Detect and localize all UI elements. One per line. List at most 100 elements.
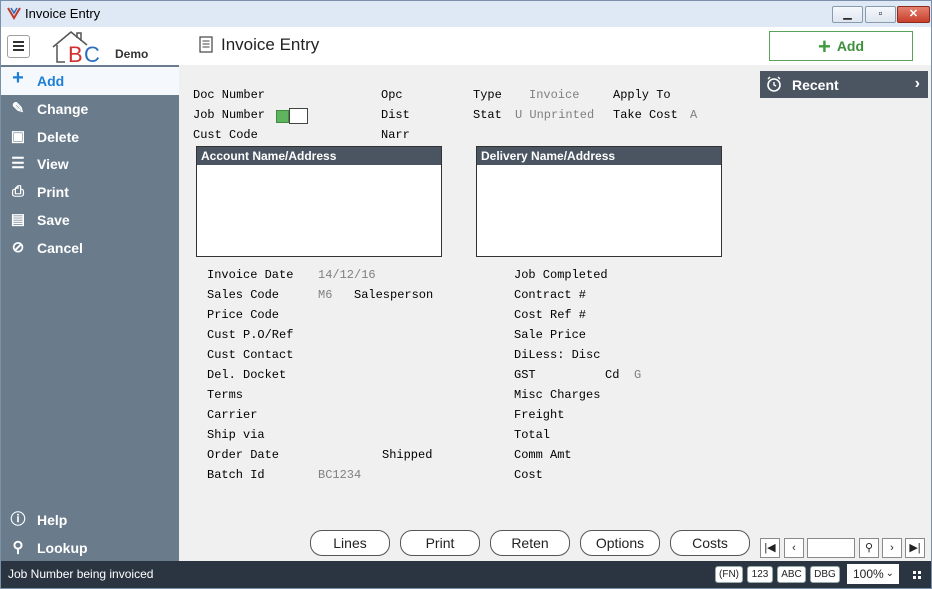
sidebar-item-label: Change xyxy=(37,101,89,117)
zoom-select[interactable]: 100% ⌄ xyxy=(847,564,899,584)
costs-button[interactable]: Costs xyxy=(670,530,750,556)
sidebar-item-cancel[interactable]: ⊘ Cancel xyxy=(1,234,179,262)
chevron-left-icon: ‹ xyxy=(792,542,796,554)
terms-label: Terms xyxy=(207,388,244,402)
sidebar-item-delete[interactable]: ▣ Delete xyxy=(1,123,179,151)
cust-code-label: Cust Code xyxy=(193,128,258,142)
zoom-value: 100% xyxy=(853,567,884,581)
reten-button[interactable]: Reten xyxy=(490,530,570,556)
recent-panel[interactable]: Recent › xyxy=(760,71,928,98)
grid-icon[interactable] xyxy=(913,571,921,579)
close-icon: ✕ xyxy=(908,8,919,20)
trash-icon: ▣ xyxy=(10,128,26,145)
cust-contact-label: Cust Contact xyxy=(207,348,294,362)
page-title: Invoice Entry xyxy=(199,35,319,55)
price-code-label: Price Code xyxy=(207,308,280,322)
window-title: Invoice Entry xyxy=(25,6,101,21)
record-number-input[interactable] xyxy=(807,538,855,558)
misc-charges-label: Misc Charges xyxy=(514,388,601,402)
sidebar-item-label: Help xyxy=(37,512,68,528)
print-button[interactable]: Print xyxy=(400,530,480,556)
batch-id-value[interactable]: BC1234 xyxy=(318,468,361,482)
numlock-indicator[interactable]: 123 xyxy=(747,566,773,583)
sidebar-item-print[interactable]: ⎙ Print xyxy=(1,178,179,206)
svg-text:B: B xyxy=(68,42,83,65)
cd-label: Cd xyxy=(605,368,620,382)
invoice-date-value[interactable]: 14/12/16 xyxy=(318,268,376,282)
first-record-icon: |◀ xyxy=(764,542,776,554)
pencil-icon: ✎ xyxy=(11,100,25,117)
dist-label: Dist xyxy=(381,108,410,122)
sidebar-item-save[interactable]: ▤ Save xyxy=(1,206,179,234)
application-window: Invoice Entry ▁ ▫ ✕ B C Demo Invoice Ent… xyxy=(0,0,932,589)
chevron-down-icon: ⌄ xyxy=(885,568,894,579)
sidebar-item-label: Cancel xyxy=(37,240,83,256)
delivery-address-header: Delivery Name/Address xyxy=(477,147,721,165)
del-docket-label: Del. Docket xyxy=(207,368,287,382)
job-number-input[interactable] xyxy=(289,108,308,124)
page-title-text: Invoice Entry xyxy=(221,35,320,54)
narr-label: Narr xyxy=(381,128,410,142)
chevron-right-icon: › xyxy=(914,75,920,92)
search-record-button[interactable]: ⚲ xyxy=(859,538,879,558)
next-record-button[interactable]: › xyxy=(882,538,902,558)
type-label: Type xyxy=(473,88,502,102)
minimize-icon: ▁ xyxy=(843,8,852,20)
lines-button[interactable]: Lines xyxy=(310,530,390,556)
house-logo-icon: B C xyxy=(52,31,100,67)
stat-value: U Unprinted xyxy=(515,108,595,122)
fn-indicator[interactable]: (FN) xyxy=(715,566,743,583)
comm-amt-label: Comm Amt xyxy=(514,448,572,462)
sidebar-item-label: Delete xyxy=(37,129,80,145)
account-address-box[interactable]: Account Name/Address xyxy=(196,146,442,257)
opc-label: Opc xyxy=(381,88,403,102)
sidebar-item-view[interactable]: ☰ View xyxy=(1,150,179,178)
order-date-label: Order Date xyxy=(207,448,280,462)
delivery-address-box[interactable]: Delivery Name/Address xyxy=(476,146,722,257)
sidebar-item-help[interactable]: ⓘ Help xyxy=(1,506,179,534)
contract-number-label: Contract # xyxy=(514,288,587,302)
hamburger-menu-button[interactable] xyxy=(7,35,30,58)
carrier-label: Carrier xyxy=(207,408,258,422)
sidebar-item-lookup[interactable]: ⚲ Lookup xyxy=(1,534,179,562)
doc-number-label: Doc Number xyxy=(193,88,266,102)
diless-disc-label: DiLess: Disc xyxy=(514,348,601,362)
sidebar-item-label: View xyxy=(37,156,69,172)
status-message: Job Number being invoiced xyxy=(8,567,154,581)
close-button[interactable]: ✕ xyxy=(897,6,930,23)
document-icon xyxy=(199,36,213,53)
type-value: Invoice xyxy=(529,88,580,102)
debug-indicator[interactable]: DBG xyxy=(810,566,840,583)
salesperson-label: Salesperson xyxy=(354,288,434,302)
first-record-button[interactable]: |◀ xyxy=(760,538,780,558)
info-icon: ⓘ xyxy=(10,511,26,528)
previous-record-button[interactable]: ‹ xyxy=(784,538,804,558)
freight-label: Freight xyxy=(514,408,565,422)
shipped-label: Shipped xyxy=(382,448,433,462)
options-button[interactable]: Options xyxy=(580,530,660,556)
sidebar-item-label: Add xyxy=(37,73,65,89)
last-record-button[interactable]: ▶| xyxy=(905,538,925,558)
cd-value[interactable]: G xyxy=(634,368,641,382)
last-record-icon: ▶| xyxy=(909,542,921,554)
alarm-clock-icon xyxy=(767,76,781,92)
add-button[interactable]: + Add xyxy=(769,31,913,61)
maximize-icon: ▫ xyxy=(878,8,883,20)
minimize-button[interactable]: ▁ xyxy=(832,6,863,23)
total-label: Total xyxy=(514,428,551,442)
add-button-label: Add xyxy=(836,38,865,54)
maximize-button[interactable]: ▫ xyxy=(865,6,896,23)
sidebar-item-label: Lookup xyxy=(37,540,88,556)
job-number-lookup-icon[interactable] xyxy=(276,110,289,123)
sidebar-item-add[interactable]: + Add xyxy=(1,67,179,95)
sales-code-value[interactable]: M6 xyxy=(318,288,332,302)
logo: B C Demo xyxy=(47,29,157,67)
plus-icon: + xyxy=(12,67,24,89)
cust-po-ref-label: Cust P.O/Ref xyxy=(207,328,294,342)
svg-text:C: C xyxy=(84,42,100,65)
sidebar-item-change[interactable]: ✎ Change xyxy=(1,95,179,123)
capslock-indicator[interactable]: ABC xyxy=(777,566,806,583)
logo-demo-label: Demo xyxy=(115,47,149,61)
recent-label: Recent xyxy=(792,77,839,93)
invoice-date-label: Invoice Date xyxy=(207,268,294,282)
